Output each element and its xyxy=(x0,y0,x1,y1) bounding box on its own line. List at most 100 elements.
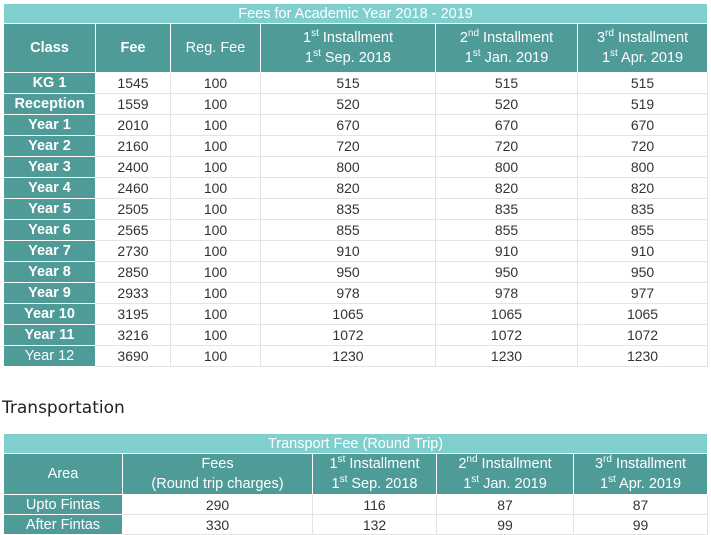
class-cell: Year 3 xyxy=(3,156,96,178)
installment-3-cell: 670 xyxy=(576,114,709,136)
installment-3-cell: 820 xyxy=(576,177,709,199)
header-transport-installment-3: 3rd Installment 1st Apr. 2019 xyxy=(572,453,709,495)
reg-fee-cell: 100 xyxy=(170,345,261,367)
installment-3-cell: 800 xyxy=(576,156,709,178)
installment-3-cell: 1230 xyxy=(576,345,709,367)
fee-cell: 2460 xyxy=(95,177,171,199)
installment-1-cell: 835 xyxy=(260,198,436,220)
installment-2-cell: 950 xyxy=(435,261,578,283)
table-row: Year 2 2160 100 720 720 720 xyxy=(3,135,709,157)
installment-2-cell: 87 xyxy=(436,494,574,515)
installment-3-cell: 977 xyxy=(576,282,709,304)
installment-1-cell: 670 xyxy=(260,114,436,136)
fee-cell: 2565 xyxy=(95,219,171,241)
reg-fee-cell: 100 xyxy=(170,261,261,283)
installment-2-cell: 520 xyxy=(435,93,578,115)
area-cell: Upto Fintas xyxy=(3,494,123,515)
fee-cell: 3195 xyxy=(95,303,171,325)
header-reg-fee: Reg. Fee xyxy=(170,23,261,73)
installment-3-cell: 87 xyxy=(572,494,709,515)
reg-fee-cell: 100 xyxy=(170,240,261,262)
table-row: Year 11 3216 100 1072 1072 1072 xyxy=(3,324,709,346)
header-area: Area xyxy=(3,453,123,495)
table-row: Year 10 3195 100 1065 1065 1065 xyxy=(3,303,709,325)
header-class: Class xyxy=(3,23,96,73)
installment-1-cell: 800 xyxy=(260,156,436,178)
table-row: Year 3 2400 100 800 800 800 xyxy=(3,156,709,178)
fee-cell: 2730 xyxy=(95,240,171,262)
transport-fee-cell: 330 xyxy=(122,514,313,535)
class-cell: Year 10 xyxy=(3,303,96,325)
area-cell: After Fintas xyxy=(3,514,123,535)
class-cell: Reception xyxy=(3,93,96,115)
fee-cell: 2010 xyxy=(95,114,171,136)
reg-fee-cell: 100 xyxy=(170,72,261,94)
table-row: Year 5 2505 100 835 835 835 xyxy=(3,198,709,220)
installment-1-cell: 1065 xyxy=(260,303,436,325)
installment-2-cell: 910 xyxy=(435,240,578,262)
fees-table-caption: Fees for Academic Year 2018 - 2019 xyxy=(2,3,709,24)
installment-2-cell: 1230 xyxy=(435,345,578,367)
transport-table: Transport Fee (Round Trip) Area Fees (Ro… xyxy=(2,433,709,535)
class-cell: Year 2 xyxy=(3,135,96,157)
fees-header-row: Class Fee Reg. Fee 1st Installment 1st S… xyxy=(3,23,709,73)
class-cell: Year 5 xyxy=(3,198,96,220)
installment-1-cell: 1230 xyxy=(260,345,436,367)
fee-cell: 2505 xyxy=(95,198,171,220)
installment-3-cell: 855 xyxy=(576,219,709,241)
installment-1-cell: 855 xyxy=(260,219,436,241)
header-fees: Fees (Round trip charges) xyxy=(122,453,313,495)
installment-2-cell: 515 xyxy=(435,72,578,94)
fee-cell: 2933 xyxy=(95,282,171,304)
fee-cell: 1559 xyxy=(95,93,171,115)
installment-1-cell: 978 xyxy=(260,282,436,304)
reg-fee-cell: 100 xyxy=(170,135,261,157)
installment-2-cell: 1072 xyxy=(435,324,578,346)
installment-1-cell: 520 xyxy=(260,93,436,115)
installment-2-cell: 99 xyxy=(436,514,574,535)
fee-cell: 2850 xyxy=(95,261,171,283)
installment-2-cell: 670 xyxy=(435,114,578,136)
installment-3-cell: 1072 xyxy=(576,324,709,346)
table-row: Reception 1559 100 520 520 519 xyxy=(3,93,709,115)
transportation-heading: Transportation xyxy=(2,398,125,418)
table-row: Year 8 2850 100 950 950 950 xyxy=(3,261,709,283)
class-cell: Year 4 xyxy=(3,177,96,199)
reg-fee-cell: 100 xyxy=(170,303,261,325)
installment-2-cell: 835 xyxy=(435,198,578,220)
table-row: Upto Fintas 290 116 87 87 xyxy=(3,494,709,515)
header-fee: Fee xyxy=(95,23,171,73)
table-row: Year 1 2010 100 670 670 670 xyxy=(3,114,709,136)
fee-cell: 3690 xyxy=(95,345,171,367)
table-row: Year 4 2460 100 820 820 820 xyxy=(3,177,709,199)
installment-3-cell: 950 xyxy=(576,261,709,283)
table-row: Year 9 2933 100 978 978 977 xyxy=(3,282,709,304)
class-cell: Year 9 xyxy=(3,282,96,304)
installment-1-cell: 720 xyxy=(260,135,436,157)
table-row: Year 6 2565 100 855 855 855 xyxy=(3,219,709,241)
installment-3-cell: 835 xyxy=(576,198,709,220)
installment-3-cell: 720 xyxy=(576,135,709,157)
reg-fee-cell: 100 xyxy=(170,198,261,220)
header-installment-3: 3rd Installment 1st Apr. 2019 xyxy=(576,23,709,73)
fees-table: Fees for Academic Year 2018 - 2019 Class… xyxy=(2,3,709,367)
transport-table-caption: Transport Fee (Round Trip) xyxy=(2,433,709,454)
installment-1-cell: 132 xyxy=(312,514,437,535)
installment-2-cell: 855 xyxy=(435,219,578,241)
reg-fee-cell: 100 xyxy=(170,93,261,115)
installment-1-cell: 910 xyxy=(260,240,436,262)
class-cell: KG 1 xyxy=(3,72,96,94)
class-cell: Year 11 xyxy=(3,324,96,346)
installment-3-cell: 515 xyxy=(576,72,709,94)
installment-1-cell: 820 xyxy=(260,177,436,199)
reg-fee-cell: 100 xyxy=(170,219,261,241)
table-row: KG 1 1545 100 515 515 515 xyxy=(3,72,709,94)
installment-3-cell: 910 xyxy=(576,240,709,262)
reg-fee-cell: 100 xyxy=(170,156,261,178)
class-cell: Year 8 xyxy=(3,261,96,283)
installment-1-cell: 1072 xyxy=(260,324,436,346)
transport-fee-cell: 290 xyxy=(122,494,313,515)
installment-3-cell: 99 xyxy=(572,514,709,535)
fee-cell: 2160 xyxy=(95,135,171,157)
header-installment-1: 1st Installment 1st Sep. 2018 xyxy=(260,23,436,73)
